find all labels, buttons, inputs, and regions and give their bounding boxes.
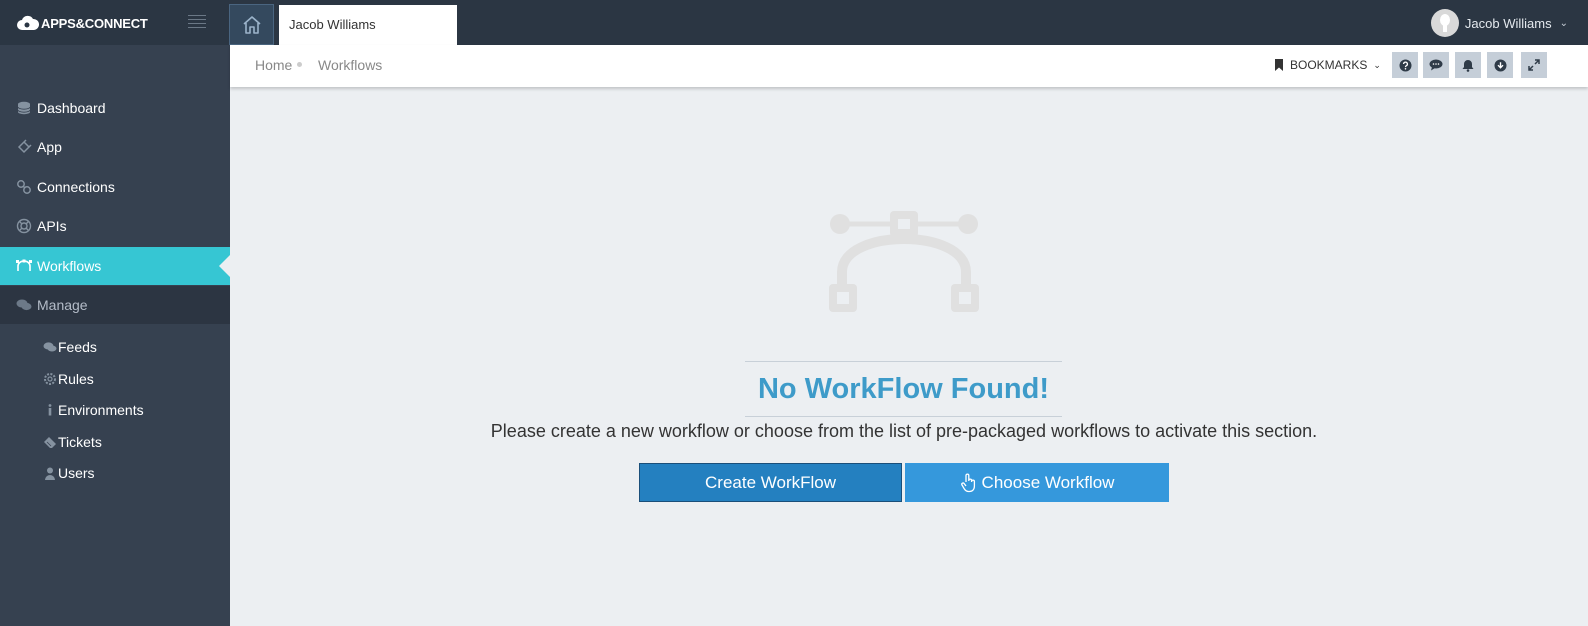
- bookmarks-label: BOOKMARKS: [1290, 58, 1368, 72]
- sidebar-subitem-rules[interactable]: Rules: [0, 365, 230, 393]
- app-logo[interactable]: APPS&CONNECT: [17, 12, 148, 34]
- cloud-icon: [17, 15, 39, 30]
- menu-toggle-icon[interactable]: [188, 15, 206, 29]
- workflow-icon: [15, 257, 33, 275]
- breadcrumb-separator: [297, 62, 302, 67]
- sidebar-item-apis[interactable]: APIs: [0, 207, 230, 245]
- sidebar-item-label: Dashboard: [37, 100, 106, 116]
- hand-pointer-icon: [960, 473, 975, 492]
- lifebuoy-icon: [15, 217, 33, 235]
- sidebar-subitem-label: Tickets: [58, 434, 102, 450]
- create-workflow-label: Create WorkFlow: [705, 472, 836, 492]
- chat-icon: [15, 296, 33, 314]
- choose-workflow-label: Choose Workflow: [981, 472, 1115, 492]
- fullscreen-button[interactable]: [1521, 52, 1547, 78]
- empty-state-message: Please create a new workflow or choose f…: [490, 421, 1318, 441]
- breadcrumb-current: Workflows: [318, 57, 383, 73]
- sidebar-subitem-tickets[interactable]: Tickets: [0, 428, 230, 456]
- sidebar-item-app[interactable]: App: [0, 128, 230, 166]
- puzzle-icon: [15, 138, 33, 156]
- database-icon: [15, 99, 33, 117]
- bookmark-icon: [1275, 59, 1283, 71]
- bell-icon: [1462, 59, 1474, 72]
- sidebar-subitem-label: Users: [58, 465, 95, 481]
- download-button[interactable]: [1487, 52, 1513, 78]
- sidebar: Dashboard App Connections APIs Workflows…: [0, 45, 230, 626]
- sidebar-item-label: Connections: [37, 179, 115, 195]
- notifications-button[interactable]: [1455, 52, 1481, 78]
- info-icon: [42, 402, 58, 418]
- open-tab[interactable]: Jacob Williams: [279, 5, 457, 45]
- sidebar-item-label: Workflows: [37, 258, 102, 274]
- avatar: [1430, 9, 1459, 37]
- gear-icon: [42, 371, 58, 387]
- home-tab[interactable]: [229, 4, 274, 45]
- sidebar-subitem-environments[interactable]: Environments: [0, 396, 230, 424]
- sidebar-subitem-label: Rules: [58, 371, 94, 387]
- sidebar-item-dashboard[interactable]: Dashboard: [0, 89, 230, 127]
- chat-icon: [1429, 59, 1443, 71]
- breadcrumb-home[interactable]: Home: [255, 57, 292, 73]
- breadcrumb: Home Workflows BOOKMARKS ⌄: [230, 45, 1588, 87]
- bookmarks-dropdown[interactable]: BOOKMARKS ⌄: [1274, 58, 1381, 72]
- sidebar-subitem-users[interactable]: Users: [0, 459, 230, 487]
- home-icon: [242, 15, 261, 34]
- chat-button[interactable]: [1423, 52, 1449, 78]
- choose-workflow-button[interactable]: Choose Workflow: [905, 463, 1169, 502]
- help-icon: [1399, 59, 1411, 71]
- sidebar-item-label: App: [37, 139, 62, 155]
- sidebar-item-workflows[interactable]: Workflows: [0, 247, 230, 285]
- sidebar-item-label: APIs: [37, 218, 67, 234]
- workflow-empty-icon: [829, 211, 979, 312]
- sidebar-subitem-feeds[interactable]: Feeds: [0, 333, 230, 361]
- expand-icon: [1528, 59, 1540, 71]
- sidebar-subitem-label: Environments: [58, 402, 144, 418]
- avatar-icon: [1439, 14, 1450, 32]
- sidebar-item-manage[interactable]: Manage: [0, 286, 230, 324]
- download-icon: [1494, 59, 1506, 71]
- empty-state-title: No WorkFlow Found!: [757, 372, 1050, 405]
- sidebar-item-label: Manage: [37, 297, 88, 313]
- link-icon: [15, 178, 33, 196]
- comments-icon: [42, 339, 58, 355]
- empty-state-title-box: No WorkFlow Found!: [745, 361, 1062, 417]
- create-workflow-button[interactable]: Create WorkFlow: [639, 463, 902, 502]
- help-button[interactable]: [1392, 52, 1418, 78]
- chevron-down-icon: ⌄: [1373, 59, 1381, 70]
- sidebar-subitem-label: Feeds: [58, 339, 97, 355]
- chevron-down-icon: ⌄: [1559, 17, 1568, 29]
- sidebar-item-connections[interactable]: Connections: [0, 168, 230, 206]
- user-name: Jacob Williams: [1464, 15, 1552, 31]
- user-menu[interactable]: Jacob Williams ⌄: [1430, 9, 1568, 37]
- logo-text: APPS&CONNECT: [41, 15, 148, 31]
- user-icon: [42, 465, 58, 481]
- ticket-icon: [42, 434, 58, 450]
- top-bar: APPS&CONNECT Jacob Williams Jacob Willia…: [0, 0, 1588, 45]
